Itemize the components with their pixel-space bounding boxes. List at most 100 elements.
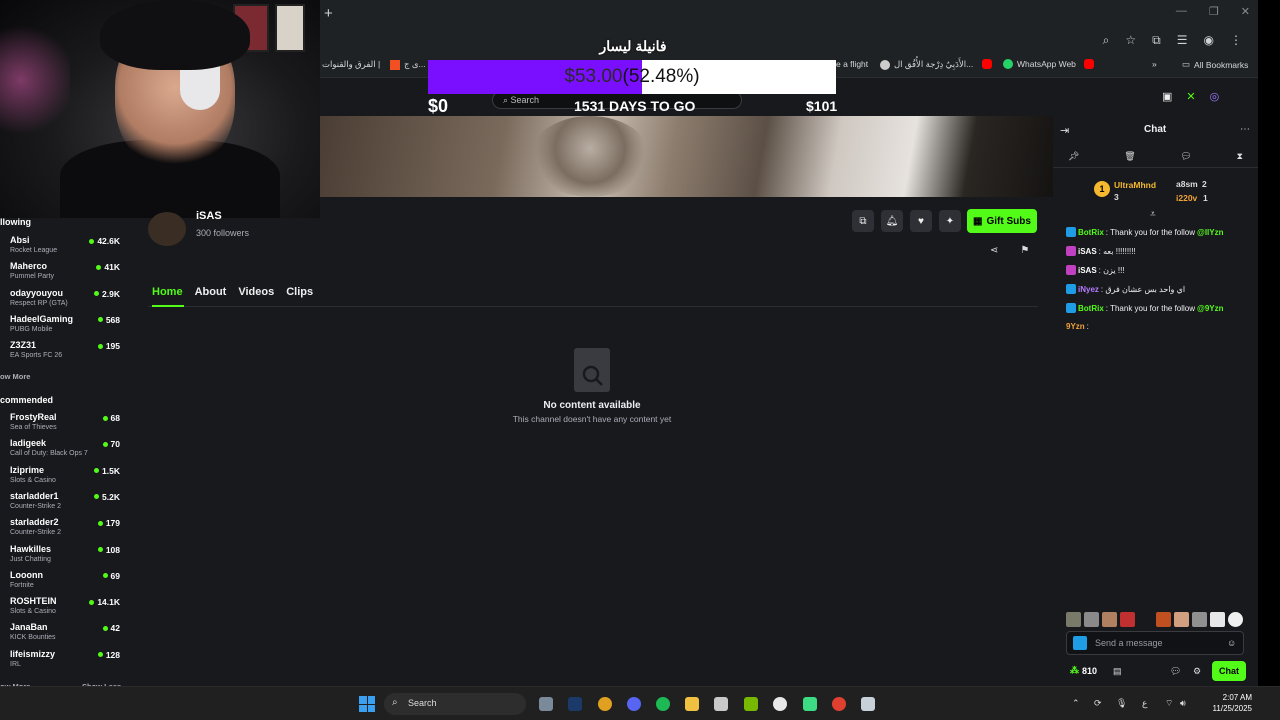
hourglass-icon[interactable]: ⧗ <box>1237 151 1243 162</box>
sidebar-channel-item[interactable]: Maherco Pummel Party 41K <box>0 261 128 287</box>
trash-icon[interactable]: 🗑︎ <box>1124 151 1135 162</box>
sidebar-channel-item[interactable]: Absi Rocket League 42.6K <box>0 235 128 261</box>
chat-username[interactable]: BotRix <box>1078 304 1104 313</box>
follow-button[interactable]: ♥ <box>910 210 932 232</box>
leaderboard-name[interactable]: a8sm <box>1176 179 1198 189</box>
start-icon[interactable] <box>359 696 375 712</box>
sidebar-channel-item[interactable]: Looonn Fortnite 69 <box>0 570 128 596</box>
minimize-icon[interactable]: — <box>1176 5 1187 18</box>
sidebar-channel-item[interactable]: starladder1 Counter-Strike 2 5.2K <box>0 491 128 517</box>
emote[interactable] <box>1102 612 1117 627</box>
kick-emote-icon[interactable] <box>1073 636 1087 650</box>
menu-icon[interactable]: ⋮ <box>1230 33 1242 48</box>
sidebar-channel-item[interactable]: ladigeek Call of Duty: Black Ops 7 70 <box>0 438 128 464</box>
chat-username[interactable]: 9Yzn <box>1066 322 1085 331</box>
chat-username[interactable]: iSAS <box>1078 247 1097 256</box>
send-chat-button[interactable]: Chat <box>1212 661 1246 681</box>
settings-icon[interactable]: ⚙ <box>1193 666 1201 677</box>
input-language[interactable]: ع <box>1142 698 1147 709</box>
user-avatar-icon[interactable]: ◎ <box>1210 90 1220 103</box>
chat-username[interactable]: iSAS <box>1078 266 1097 275</box>
sparkle-button[interactable]: ✦ <box>939 210 961 232</box>
bookmarks-overflow-icon[interactable]: » <box>1152 59 1157 69</box>
nvidia-icon[interactable] <box>744 697 758 711</box>
bookmark-item[interactable]: ى ج... <box>390 59 426 70</box>
wallet-icon[interactable]: ▣ <box>1162 90 1172 103</box>
emote[interactable] <box>1228 612 1243 627</box>
tab-about[interactable]: About <box>195 286 227 298</box>
sidebar-channel-item[interactable]: ROSHTEIN Slots & Casino 14.1K <box>0 596 128 622</box>
leaderboard-name[interactable]: UltraMhnd <box>1114 180 1156 190</box>
maximize-icon[interactable]: ❐ <box>1209 5 1219 18</box>
wifi-icon[interactable]: ⌔ <box>1165 698 1173 709</box>
video-player[interactable] <box>320 116 1053 197</box>
chat-mention[interactable]: @llYzn <box>1197 228 1223 237</box>
sidebar-channel-item[interactable]: JanaBan KICK Bounties 42 <box>0 622 128 648</box>
rewards-icon[interactable]: ▤ <box>1113 666 1122 677</box>
mic-icon[interactable]: 🎙︎ <box>1116 698 1127 709</box>
bookmark-item[interactable]: e a flight <box>836 59 868 69</box>
profile-icon[interactable]: ◉ <box>1204 33 1214 48</box>
emote[interactable] <box>1066 612 1081 627</box>
camera-app-icon[interactable] <box>539 697 553 711</box>
sidebar-channel-item[interactable]: odayyouyou Respect RP (GTA) 2.9K <box>0 288 128 314</box>
emote[interactable] <box>1192 612 1207 627</box>
expand-leaderboard-icon[interactable]: ⩡ <box>1150 209 1156 220</box>
steam-icon[interactable] <box>568 697 582 711</box>
emote[interactable] <box>1120 612 1135 627</box>
store-icon[interactable] <box>714 697 728 711</box>
sidebar-channel-item[interactable]: HadeelGaming PUBG Mobile 568 <box>0 314 128 340</box>
channel-points[interactable]: ⁂ 810 <box>1070 665 1097 676</box>
report-icon[interactable]: ⚑ <box>1020 245 1029 256</box>
tray-overflow-icon[interactable]: ⌃ <box>1072 698 1080 709</box>
sidebar-channel-item[interactable]: Z3Z31 EA Sports FC 26 195 <box>0 340 128 366</box>
chat-bubble-icon[interactable]: 💬︎ <box>1170 666 1181 677</box>
app-icon[interactable] <box>803 697 817 711</box>
tab-clips[interactable]: Clips <box>286 286 313 298</box>
emote[interactable] <box>1156 612 1171 627</box>
chat-username[interactable]: iNyez <box>1078 285 1099 294</box>
chat-mention[interactable]: @9Yzn <box>1197 304 1223 313</box>
tab-videos[interactable]: Videos <box>238 286 274 298</box>
taskbar-search[interactable]: Search <box>384 693 526 715</box>
new-tab-button[interactable]: + <box>324 5 333 22</box>
bookmark-item[interactable] <box>1084 59 1094 69</box>
collapse-chat-icon[interactable]: ⇥ <box>1060 124 1069 137</box>
sidebar-channel-item[interactable]: lifeismizzy IRL 128 <box>0 649 128 675</box>
chat-username[interactable]: BotRix <box>1078 228 1104 237</box>
bookmark-item[interactable]: الأَدَبِيُ دِرْجة الأُفُق ال... <box>880 59 973 70</box>
chrome-profile-icon[interactable] <box>832 697 846 711</box>
message-icon[interactable]: 💬︎ <box>1180 151 1191 162</box>
kick-icon[interactable]: ✕ <box>1186 90 1195 103</box>
sidebar-channel-item[interactable]: Iziprime Slots & Casino 1.5K <box>0 465 128 491</box>
volume-icon[interactable]: 🔊︎ <box>1180 698 1186 709</box>
file-explorer-icon[interactable] <box>685 697 699 711</box>
sidebar-channel-item[interactable]: Hawkilles Just Chatting 108 <box>0 544 128 570</box>
emote[interactable] <box>1084 612 1099 627</box>
leaderboard-name[interactable]: i220v <box>1176 193 1197 203</box>
sidebar-channel-item[interactable]: FrostyReal Sea of Thieves 68 <box>0 412 128 438</box>
emote[interactable] <box>1174 612 1189 627</box>
bookmark-item[interactable]: WhatsApp Web <box>1003 59 1076 69</box>
emote[interactable] <box>1138 612 1153 627</box>
spotify-icon[interactable] <box>656 697 670 711</box>
bookmark-item[interactable] <box>982 59 992 69</box>
share-icon[interactable]: ⋖ <box>990 245 998 256</box>
notifications-button[interactable]: 🔔︎ <box>881 210 903 232</box>
extensions-icon[interactable]: ⧉ <box>1152 33 1161 48</box>
channel-name[interactable]: iSAS <box>196 210 222 222</box>
settings-app-icon[interactable] <box>861 697 875 711</box>
sync-icon[interactable]: ⟳ <box>1094 698 1102 709</box>
close-icon[interactable]: ✕ <box>1241 5 1250 18</box>
chat-settings-icon[interactable]: ⋯ <box>1240 124 1250 135</box>
sidebar-channel-item[interactable]: starladder2 Counter-Strike 2 179 <box>0 517 128 543</box>
zoom-icon[interactable]: ⌕ <box>1103 33 1110 48</box>
gift-subs-button[interactable]: ▦ Gift Subs <box>967 209 1037 233</box>
pin-icon[interactable]: 📌︎ <box>1068 151 1079 162</box>
show-more-following[interactable]: ow More <box>0 372 30 381</box>
bookmark-item[interactable]: الفرق والقنوات | <box>322 59 380 70</box>
tab-home[interactable]: Home <box>152 286 183 298</box>
chrome-icon[interactable] <box>598 697 612 711</box>
star-icon[interactable]: ☆ <box>1125 33 1136 48</box>
media-icon[interactable]: ☰ <box>1177 33 1188 48</box>
